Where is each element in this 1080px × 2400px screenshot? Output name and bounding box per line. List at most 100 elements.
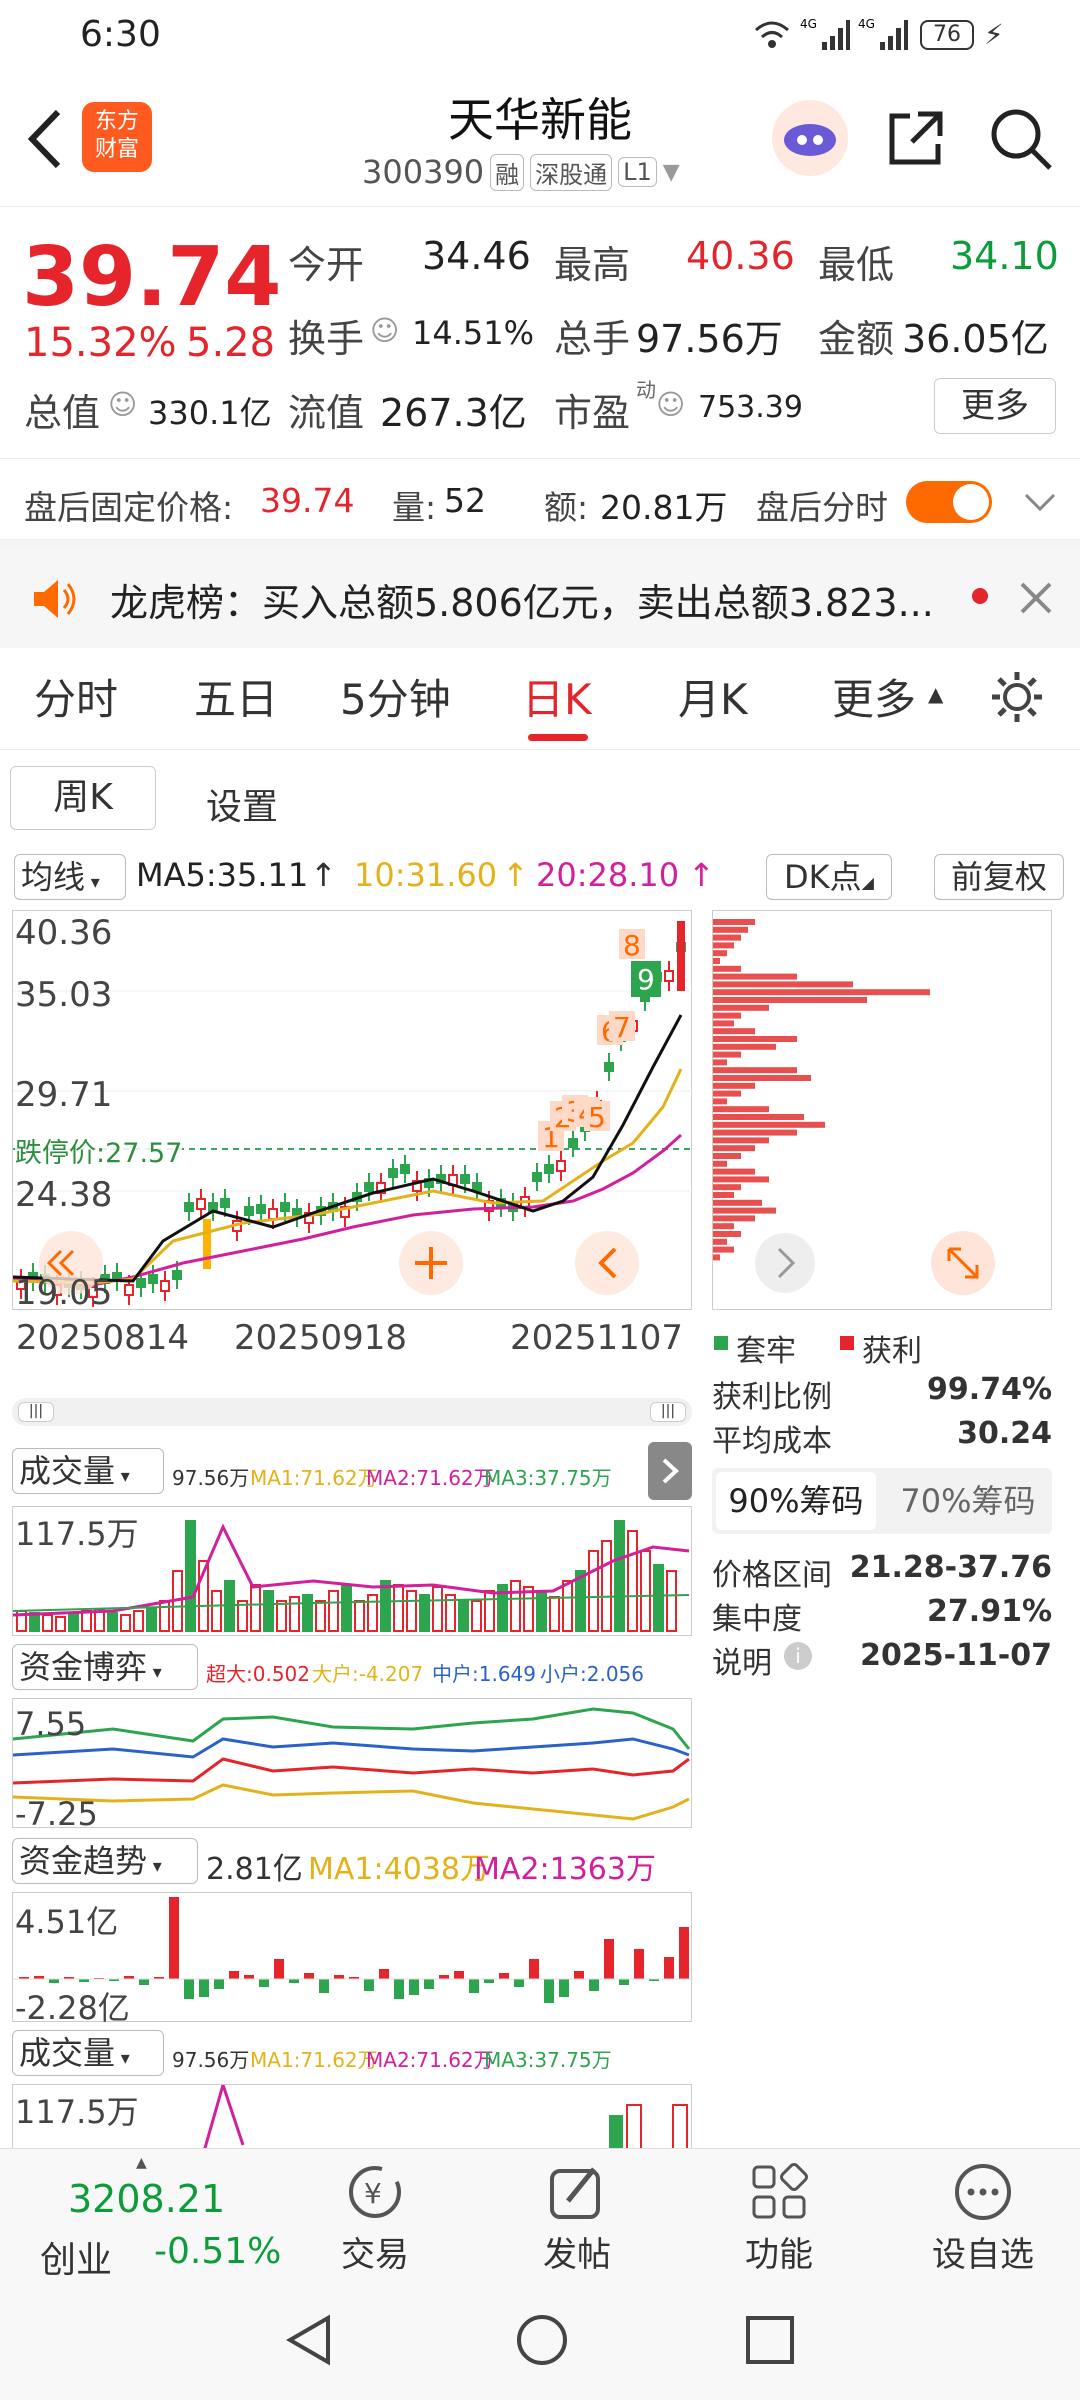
- more-button[interactable]: 更多: [934, 378, 1056, 434]
- dropdown-icon[interactable]: ▼: [663, 160, 680, 185]
- fund-game-svg: [12, 1707, 691, 1821]
- volume-chart-2[interactable]: 117.5万: [12, 2084, 692, 2148]
- scroll-handle-left[interactable]: |||: [18, 1402, 54, 1422]
- chip-distribution-chart[interactable]: [712, 910, 1052, 1310]
- turnover-value: 14.51%: [412, 314, 535, 352]
- volume-bar: [640, 1550, 651, 1632]
- chart-scrollbar[interactable]: ||| |||: [12, 1398, 692, 1426]
- info-icon[interactable]: ☺: [656, 388, 685, 421]
- chip-stats: 获利比例 99.74% 平均成本 30.24 90%筹码 70%筹码 价格区间 …: [712, 1372, 1052, 1681]
- close-icon[interactable]: [1018, 580, 1054, 616]
- chip-bar: [713, 919, 755, 925]
- scroll-handle-right[interactable]: |||: [650, 1402, 686, 1422]
- search-icon[interactable]: [988, 106, 1054, 172]
- tab-chip-90[interactable]: 90%筹码: [716, 1472, 876, 1530]
- tab-monthly-k[interactable]: 月K: [678, 666, 748, 727]
- volume-chart[interactable]: 117.5万: [12, 1506, 692, 1636]
- chip-date: 2025-11-07: [860, 1638, 1052, 1673]
- tab-intraday[interactable]: 分时: [34, 666, 118, 727]
- trend-bar: [259, 1979, 269, 1987]
- ma5-arrow: ↑: [310, 856, 337, 894]
- share-icon[interactable]: [884, 108, 946, 170]
- nav-back-icon[interactable]: [282, 2312, 338, 2368]
- nav-home-icon[interactable]: [514, 2312, 570, 2368]
- chip-bar: [713, 1192, 734, 1198]
- after-amt: 20.81万: [600, 488, 728, 527]
- volume-selector[interactable]: 成交量 ▾: [12, 1448, 164, 1494]
- trend-bar: [304, 1973, 314, 1979]
- volume-bar: [549, 1596, 560, 1632]
- volume-selector-2[interactable]: 成交量 ▾: [12, 2030, 164, 2076]
- chip-bar: [713, 1176, 769, 1183]
- nav-functions[interactable]: 功能: [724, 2149, 834, 2281]
- adjust-selector[interactable]: 前复权: [934, 854, 1064, 900]
- candlestick-chart[interactable]: 1 2 3 4 5 6 7 8 9 40.36 35.03 29.71 24.3…: [12, 910, 693, 1313]
- after-hours-toggle[interactable]: [906, 481, 992, 523]
- tab-daily-k[interactable]: 日K: [522, 666, 592, 727]
- nav-post[interactable]: 发帖: [522, 2149, 632, 2281]
- info-icon[interactable]: ☺: [108, 388, 137, 421]
- fund-trend-selector[interactable]: 资金趋势 ▾: [12, 1838, 198, 1884]
- fund-game-selector[interactable]: 资金博弈 ▾: [12, 1644, 198, 1690]
- trend-bar: [559, 1979, 569, 1997]
- ma-selector[interactable]: 均线 ▾: [14, 854, 126, 900]
- quote-panel: 39.74 15.32% 5.28 今开 34.46 最高 40.36 最低 3…: [0, 208, 1080, 448]
- candle: [172, 1270, 182, 1280]
- fund-game-chart[interactable]: 7.55 -7.25: [12, 1698, 692, 1833]
- open-value: 34.46: [422, 234, 531, 278]
- tab-chip-70[interactable]: 70%筹码: [888, 1472, 1048, 1530]
- candle: [136, 1278, 146, 1288]
- system-nav: [0, 2280, 1080, 2400]
- settings-link[interactable]: 设置: [206, 778, 278, 830]
- float-value: 267.3亿: [380, 391, 527, 435]
- notice-text: 龙虎榜：买入总额5.806亿元，卖出总额3.823...: [110, 581, 934, 625]
- nav-add-watchlist[interactable]: 设自选: [918, 2149, 1048, 2281]
- chip-bar: [713, 1090, 741, 1097]
- tab-more[interactable]: 更多: [832, 666, 916, 727]
- grid-icon: [752, 2163, 808, 2219]
- volume-bar: [380, 1580, 391, 1632]
- index-ticker[interactable]: ▲ 3208.21 创业 -0.51%: [0, 2149, 300, 2281]
- candle: [388, 1168, 398, 1178]
- tab-weekly-k[interactable]: 周K: [10, 766, 156, 830]
- trend-bar: [514, 1979, 524, 1987]
- volume-bar: [146, 1608, 157, 1632]
- notice-bar[interactable]: 龙虎榜：买入总额5.806亿元，卖出总额3.823...: [0, 550, 1080, 648]
- volume-bar: [263, 1590, 274, 1632]
- volume-bar: [458, 1600, 469, 1632]
- nav-add-watchlist-label: 设自选: [932, 2235, 1034, 2275]
- vol2-ma1: MA1:71.62万: [250, 2048, 378, 2072]
- chevron-down-icon[interactable]: [1022, 487, 1058, 517]
- tab-five-day[interactable]: 五日: [194, 666, 278, 727]
- dk-point-selector[interactable]: DK点◢: [766, 854, 892, 900]
- info-icon[interactable]: ☺: [370, 314, 399, 347]
- volume-bar: [341, 1584, 352, 1632]
- chip-bar: [713, 1231, 741, 1237]
- active-tab-indicator: [528, 734, 588, 741]
- assistant-avatar-icon[interactable]: [772, 100, 848, 176]
- legend-swatch: [840, 1336, 854, 1350]
- chip-tabs: 90%筹码 70%筹码: [712, 1468, 1052, 1534]
- candlestick-svg: 1 2 3 4 5 6 7 8 9: [12, 921, 693, 1307]
- chip-bar: [713, 1184, 741, 1191]
- volume-bar: [289, 1596, 300, 1632]
- trend-bar: [319, 1979, 329, 1993]
- gear-icon[interactable]: [988, 668, 1046, 726]
- chip-bar: [713, 1207, 776, 1214]
- nav-trade[interactable]: ¥ 交易: [320, 2149, 430, 2281]
- volume-bar: [68, 1612, 79, 1632]
- nav-recents-icon[interactable]: [744, 2314, 796, 2366]
- vol2-ma2: MA2:71.62万: [366, 2048, 494, 2072]
- chevron-right-icon[interactable]: [648, 1442, 692, 1500]
- trend-axis-max: 4.51亿: [15, 1903, 119, 1941]
- y-label-max: 40.36: [15, 913, 113, 953]
- trend-bar: [394, 1979, 404, 1999]
- change-amount: 5.28: [186, 320, 276, 366]
- chip-bar: [713, 1020, 734, 1027]
- stock-code-row[interactable]: 300390 融 深股通 L1 ▼: [362, 152, 680, 192]
- fund-trend-chart[interactable]: 4.51亿 -2.28亿: [12, 1892, 693, 2027]
- tag-connect: 深股通: [530, 153, 613, 191]
- tab-5min[interactable]: 5分钟: [340, 666, 451, 727]
- info-icon[interactable]: i: [784, 1642, 812, 1670]
- volume-bar: [133, 1610, 144, 1632]
